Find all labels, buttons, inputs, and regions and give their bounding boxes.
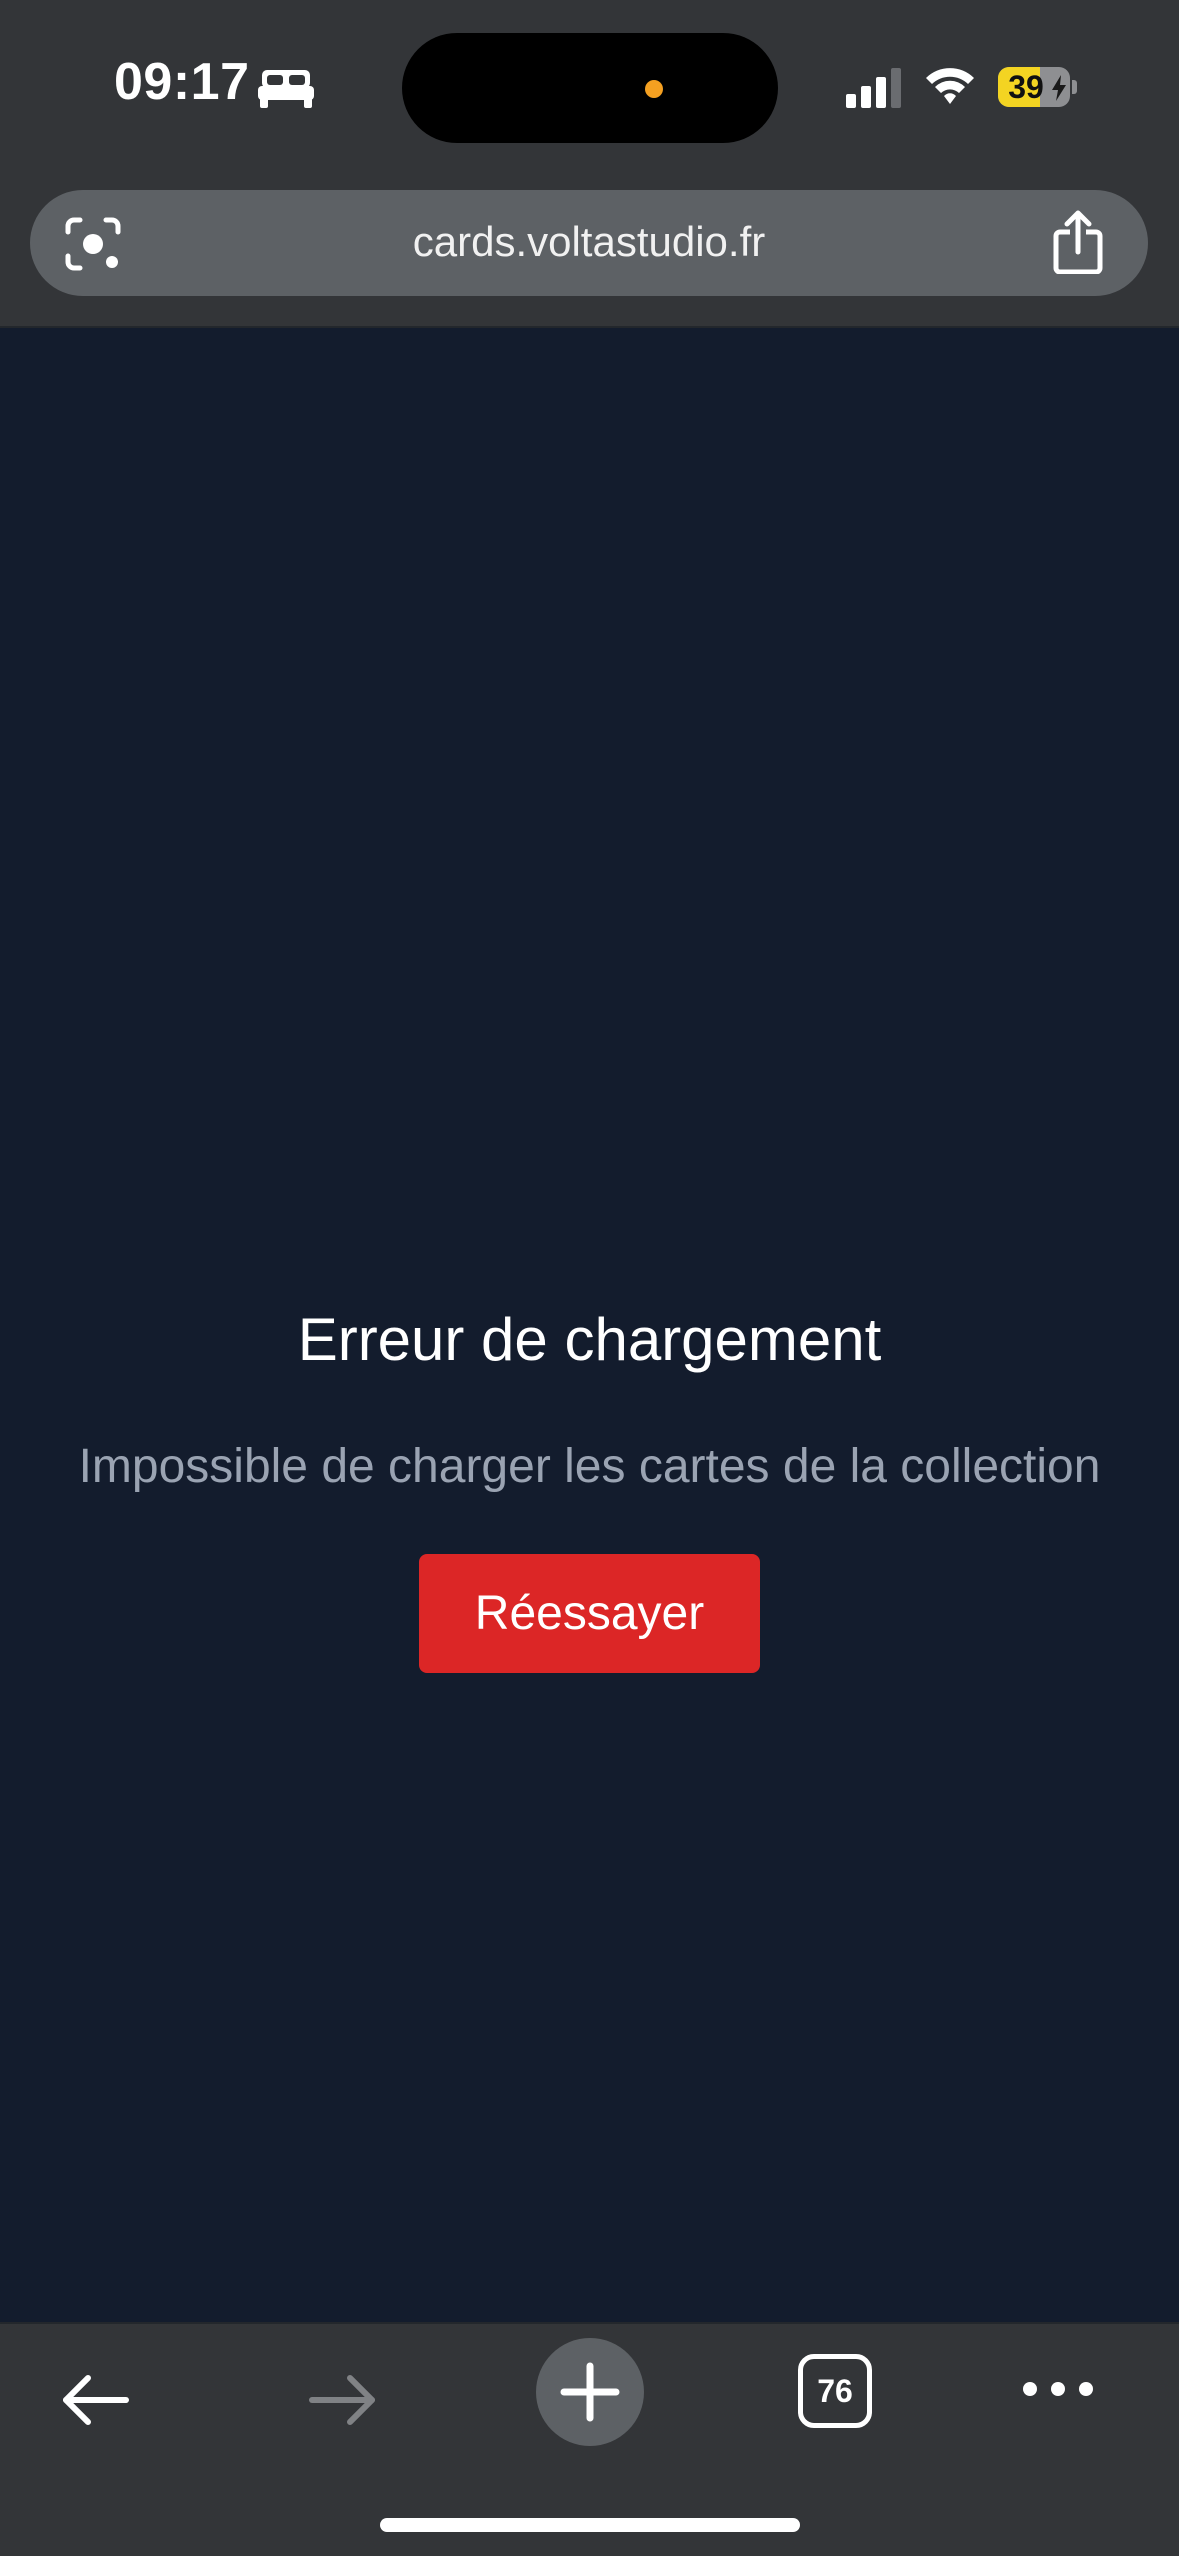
dynamic-island xyxy=(402,33,778,143)
battery-level: 39 xyxy=(1008,69,1044,105)
arrow-left-icon[interactable] xyxy=(56,2360,136,2440)
battery-body: 39 xyxy=(998,67,1070,107)
battery-indicator: 39 xyxy=(998,67,1077,107)
tabs-button[interactable]: 76 xyxy=(798,2354,872,2428)
tab-count: 76 xyxy=(817,2372,853,2409)
home-indicator[interactable] xyxy=(380,2518,800,2532)
browser-toolbar: 76 xyxy=(0,2322,1179,2556)
cellular-signal-icon xyxy=(846,68,901,108)
error-title: Erreur de chargement xyxy=(297,1306,882,1373)
retry-button[interactable]: Réessayer xyxy=(419,1554,760,1673)
privacy-indicator-dot xyxy=(645,80,663,98)
plus-icon xyxy=(560,2362,620,2422)
more-dots-icon[interactable] xyxy=(1020,2374,1096,2404)
chrome-divider xyxy=(0,326,1179,328)
address-bar[interactable]: cards.voltastudio.fr xyxy=(30,190,1148,296)
charging-bolt-icon xyxy=(1052,75,1066,101)
bed-icon xyxy=(258,70,314,108)
url-text[interactable]: cards.voltastudio.fr xyxy=(170,214,1008,270)
new-tab-button[interactable] xyxy=(536,2338,644,2446)
error-message: Impossible de charger les cartes de la c… xyxy=(78,1440,1101,1493)
wifi-icon xyxy=(926,68,974,104)
battery-cap xyxy=(1072,80,1077,94)
status-time: 09:17 xyxy=(114,53,250,111)
share-icon[interactable] xyxy=(1050,210,1106,274)
browser-top-chrome: 09:17 39 cards.voltastudio.fr xyxy=(0,0,1179,328)
arrow-right-icon[interactable] xyxy=(302,2360,382,2440)
camera-lens-icon[interactable] xyxy=(64,216,122,272)
